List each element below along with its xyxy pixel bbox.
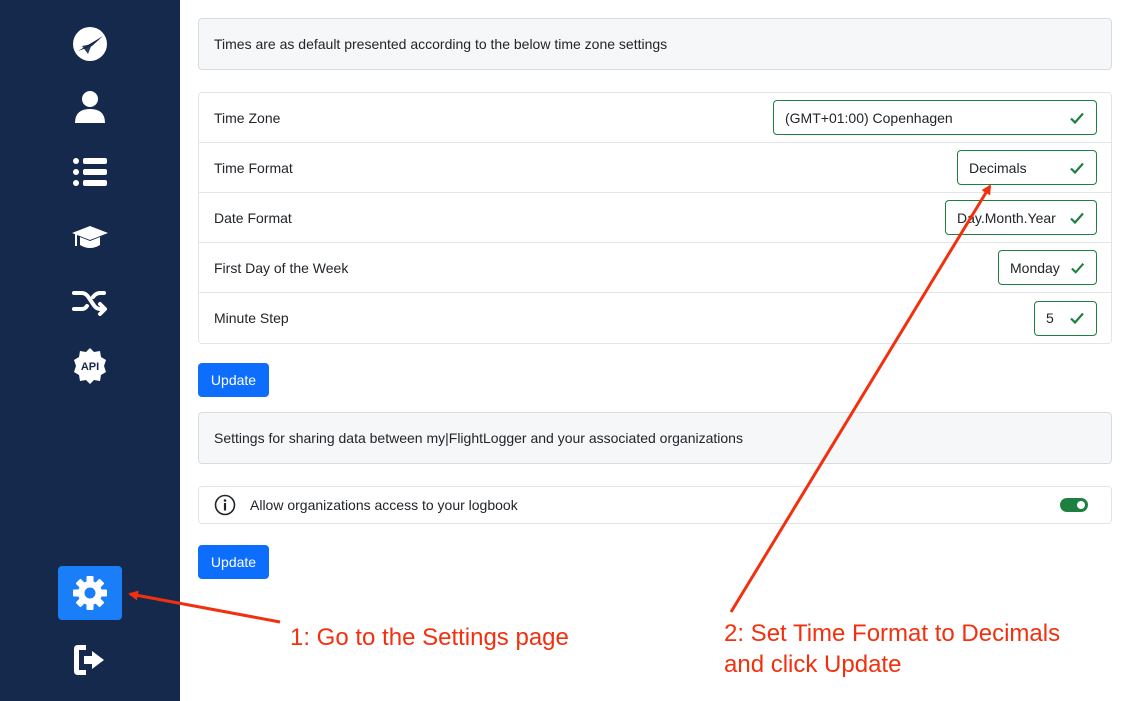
step2-annotation-line1: 2: Set Time Format to Decimals — [724, 620, 1061, 647]
time-zone-label: Time Zone — [214, 109, 281, 126]
first-day-value: Monday — [1010, 259, 1060, 276]
sign-out-icon[interactable] — [58, 633, 122, 687]
minute-step-value: 5 — [1046, 310, 1054, 326]
user-icon[interactable] — [58, 80, 122, 134]
step2-annotation-line2: and click Update — [724, 651, 902, 678]
info-icon[interactable] — [214, 494, 236, 516]
minute-step-select[interactable]: 5 — [1034, 300, 1097, 336]
api-icon-label: API — [81, 361, 99, 373]
timezone-settings-table: Time Zone (GMT+01:00) Copenhagen Time Fo… — [198, 92, 1112, 344]
first-day-select[interactable]: Monday — [998, 250, 1097, 285]
shuffle-icon[interactable] — [58, 274, 122, 328]
settings-gear-button[interactable] — [58, 566, 122, 620]
check-icon — [1070, 162, 1084, 174]
gear-icon — [73, 576, 107, 610]
update-sharing-button[interactable]: Update — [198, 545, 269, 579]
minute-step-row: Minute Step 5 — [199, 293, 1111, 343]
first-day-row: First Day of the Week Monday — [199, 243, 1111, 293]
org-access-toggle[interactable] — [1060, 498, 1088, 512]
sidebar: API — [0, 0, 180, 701]
time-format-row: Time Format Decimals — [199, 143, 1111, 193]
check-icon — [1070, 112, 1084, 124]
sharing-description: Settings for sharing data between my|Fli… — [198, 412, 1112, 464]
time-zone-value: (GMT+01:00) Copenhagen — [785, 109, 953, 126]
graduation-cap-icon[interactable] — [58, 210, 122, 264]
date-format-label: Date Format — [214, 209, 292, 226]
plane-logo-icon[interactable] — [58, 17, 122, 71]
timezone-description: Times are as default presented according… — [198, 18, 1112, 70]
date-format-row: Date Format Day.Month.Year — [199, 193, 1111, 243]
step1-annotation: 1: Go to the Settings page — [290, 624, 569, 651]
time-zone-select[interactable]: (GMT+01:00) Copenhagen — [773, 100, 1097, 135]
time-format-select[interactable]: Decimals — [957, 150, 1097, 185]
time-format-value: Decimals — [969, 159, 1027, 176]
org-access-label: Allow organizations access to your logbo… — [250, 497, 518, 513]
api-icon[interactable]: API — [58, 339, 122, 393]
date-format-value: Day.Month.Year — [957, 209, 1056, 226]
org-access-row: Allow organizations access to your logbo… — [198, 486, 1112, 524]
check-icon — [1070, 262, 1084, 274]
list-icon[interactable] — [58, 145, 122, 199]
first-day-label: First Day of the Week — [214, 259, 349, 276]
date-format-select[interactable]: Day.Month.Year — [945, 200, 1097, 235]
check-icon — [1070, 312, 1084, 325]
minute-step-label: Minute Step — [214, 310, 289, 326]
time-format-label: Time Format — [214, 159, 293, 176]
update-timezone-button[interactable]: Update — [198, 363, 269, 397]
time-zone-row: Time Zone (GMT+01:00) Copenhagen — [199, 93, 1111, 143]
check-icon — [1070, 212, 1084, 224]
